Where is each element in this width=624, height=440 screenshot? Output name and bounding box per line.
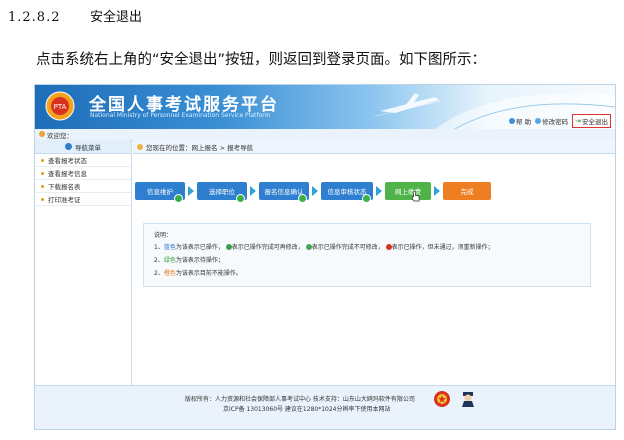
help-icon: [509, 118, 516, 124]
notes-title: 说明：: [154, 232, 173, 239]
bullet-icon: [41, 171, 44, 175]
step-info-maintain[interactable]: 信息维护: [135, 182, 185, 203]
sidebar-item-info[interactable]: 查看报考信息: [35, 167, 131, 180]
bullet-icon: [41, 197, 44, 201]
check-icon: [362, 194, 371, 203]
bullet-icon: [41, 184, 44, 188]
location-icon: [137, 143, 143, 150]
legend-notes: 说明： 1、蓝色为该表示已操作， 表示已操作完成可再修改， 表示已操作完成不可修…: [143, 223, 591, 287]
user-icon: [39, 131, 45, 137]
check-icon: [236, 194, 245, 203]
sidebar: 导航菜单 查看报考状态 查看报考信息 下载报名表 打印准考证: [35, 140, 132, 396]
section-title: 安全退出: [90, 10, 143, 25]
step-review-status[interactable]: 信息审核状态: [321, 182, 373, 203]
help-link[interactable]: 帮 助: [509, 116, 531, 126]
step-select-position[interactable]: 选择职位: [197, 182, 247, 203]
menu-icon: [65, 143, 72, 150]
step-confirm[interactable]: 报名信息确认: [259, 182, 309, 203]
check-icon: [174, 194, 183, 203]
logout-button[interactable]: ⇥ 安全退出: [572, 114, 611, 128]
police-officer-icon: [462, 392, 474, 407]
step-complete[interactable]: 完成: [443, 182, 491, 200]
top-links: 帮 助 修改密码 ⇥ 安全退出: [509, 114, 611, 128]
notes-line-3: 2、橙色为该表示目前不能操作。: [154, 270, 242, 277]
screenshot-figure: PTA 全国人事考试服务平台 National Ministry of Pers…: [34, 84, 616, 430]
site-footer: 版权所有：人力资源和社会保障部人事考试中心 技术支持：山东山大鸥玛软件有限公司 …: [35, 385, 615, 429]
logout-icon: ⇥: [575, 117, 581, 125]
section-number: 1.2.8.2: [8, 10, 61, 25]
site-subtitle: National Ministry of Personnel Examinati…: [90, 112, 271, 119]
arrow-icon: [188, 186, 194, 196]
arrow-icon: [250, 186, 256, 196]
arrow-icon: [376, 186, 382, 196]
sidebar-item-download[interactable]: 下载报名表: [35, 180, 131, 193]
sidebar-header: 导航菜单: [35, 140, 131, 154]
bullet-icon: [41, 158, 44, 162]
pta-logo-icon: PTA: [45, 91, 75, 121]
welcome-text: 欢迎您：: [47, 132, 73, 140]
step-flow: 信息维护 选择职位 报名信息确认 信息审核状态 网上缴费 完成: [135, 182, 515, 204]
step-online-payment[interactable]: 网上缴费: [385, 182, 431, 200]
check-icon: [298, 194, 307, 203]
footer-copyright: 版权所有：人力资源和社会保障部人事考试中心 技术支持：山东山大鸥玛软件有限公司: [185, 396, 415, 403]
police-badge-icon: [434, 391, 450, 407]
arrow-icon: [312, 186, 318, 196]
change-password-link[interactable]: 修改密码: [535, 116, 568, 126]
arrow-icon: [434, 186, 440, 196]
notes-line-2: 2、绿色为该表示待操作；: [154, 257, 224, 264]
sidebar-item-status[interactable]: 查看报考状态: [35, 154, 131, 167]
section-heading: 1.2.8.2 安全退出: [8, 6, 142, 25]
sidebar-item-print[interactable]: 打印准考证: [35, 193, 131, 206]
hand-cursor-icon: [411, 191, 420, 202]
instruction-paragraph: 点击系统右上角的“安全退出”按钮，则返回到登录页面。如下图所示：: [36, 52, 487, 68]
footer-icp: 京ICP备 13013060号 建议在1280*1024分辨率下使用本网站: [223, 406, 391, 413]
key-icon: [535, 118, 542, 124]
svg-text:PTA: PTA: [54, 103, 67, 111]
breadcrumb: 您现在的位置：网上报名 > 报考导航: [133, 140, 615, 154]
notes-line-1: 1、蓝色为该表示已操作， 表示已操作完成可再修改， 表示已操作完成不可修改， 表…: [154, 244, 494, 251]
site-banner: PTA 全国人事考试服务平台 National Ministry of Pers…: [35, 85, 615, 129]
